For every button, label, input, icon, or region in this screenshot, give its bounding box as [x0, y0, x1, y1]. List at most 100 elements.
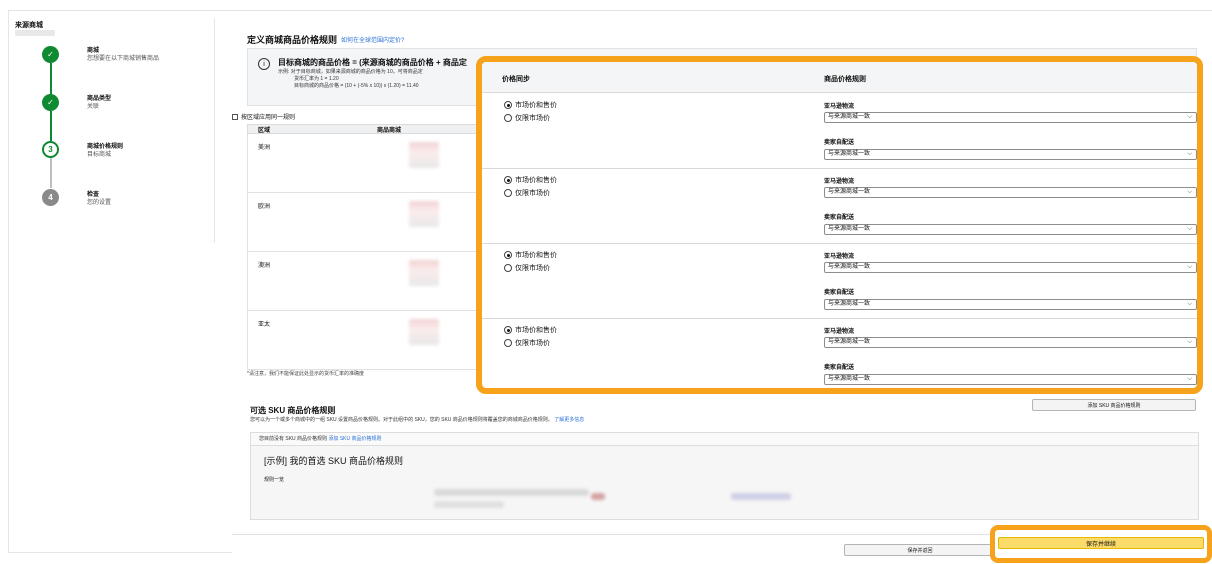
blurred-content — [731, 493, 791, 500]
page: 来源商城 ✓ 商城 您想要在以下商城销售商品 ✓ 商品类型 关联 3 商城价格规… — [0, 0, 1212, 564]
fba-rule-select[interactable]: 与来源商城一致 ⌵ — [824, 112, 1197, 123]
save-and-continue-button[interactable]: 保存并继续 — [998, 537, 1204, 549]
blurred-flags — [409, 201, 439, 227]
select-value: 与来源商城一致 — [828, 301, 871, 307]
region-name: 欧洲 — [258, 204, 271, 210]
chevron-down-icon: ⌵ — [1187, 376, 1192, 382]
chevron-down-icon: ⌵ — [1187, 226, 1192, 232]
fbm-label: 卖家自配送 — [824, 215, 855, 221]
fba-rule-select[interactable]: 与来源商城一致 ⌵ — [824, 262, 1197, 273]
blurred-content — [434, 501, 504, 508]
sku-rules-bar: 您目前没有 SKU 商品价格规则 添加 SKU 商品价格规则 — [251, 433, 1198, 446]
radio-selected-icon — [504, 101, 512, 109]
chevron-down-icon: ⌵ — [1187, 151, 1192, 157]
chevron-down-icon: ⌵ — [1187, 264, 1192, 270]
radio-label: 市场价和售价 — [515, 252, 557, 259]
help-link[interactable]: 如何在全球范围内定价? — [341, 35, 404, 44]
step-1[interactable]: 商城 您想要在以下商城销售商品 — [87, 47, 159, 63]
add-sku-rule-link[interactable]: 添加 SKU 商品价格规则 — [328, 436, 381, 442]
panel-header: 价格同步 商品价格规则 — [482, 62, 1197, 93]
rule-label: 规则一览 — [264, 477, 285, 483]
step-2[interactable]: 商品类型 关联 — [87, 95, 111, 111]
region-name: 亚太 — [258, 322, 271, 328]
checkbox-label: 按区域应用同一规则 — [241, 115, 296, 121]
column-header: 商品商城 — [377, 127, 402, 134]
step-title: 商城价格规则 — [87, 144, 124, 150]
select-value: 与来源商城一致 — [828, 114, 871, 120]
fx-note: *请注意，我们不能保证此处显示的货币汇率的准确度 — [247, 371, 364, 377]
fbm-label: 卖家自配送 — [824, 365, 855, 371]
radio-icon — [504, 189, 512, 197]
blurred-content — [434, 489, 589, 496]
radio-label: 仅限市场价 — [515, 190, 550, 197]
blurred-flags — [409, 319, 439, 345]
sku-bar-text: 您目前没有 SKU 商品价格规则 — [259, 436, 328, 442]
select-value: 与来源商城一致 — [828, 189, 871, 195]
step-1-check-icon: ✓ — [42, 46, 59, 63]
radio-selected-icon — [504, 251, 512, 259]
example-label: 示例: — [278, 69, 290, 75]
example-line: 目标商城的商品价格 = (10 + (-5% x 10)) x (1.20) =… — [294, 83, 419, 89]
step-3[interactable]: 商城价格规则 目标商城 — [87, 143, 123, 159]
blurred-flags — [409, 260, 439, 286]
info-icon: i — [258, 58, 270, 70]
step-subtitle: 您的设置 — [87, 200, 112, 206]
price-rule-row: 市场价和售价 仅限市场价 亚马逊物流 与来源商城一致 ⌵ 卖家自配送 与来源商城一… — [482, 243, 1197, 319]
step-4[interactable]: 检查 您的设置 — [87, 191, 111, 207]
chevron-down-icon: ⌵ — [1187, 339, 1192, 345]
column-header: 价格同步 — [502, 76, 530, 83]
select-value: 与来源商城一致 — [828, 264, 871, 270]
select-value: 与来源商城一致 — [828, 226, 871, 232]
save-and-back-button[interactable]: 保存并返回 — [844, 544, 996, 556]
fbm-rule-select[interactable]: 与来源商城一致 ⌵ — [824, 149, 1197, 160]
fba-rule-select[interactable]: 与来源商城一致 ⌵ — [824, 337, 1197, 348]
stepper-connector — [50, 158, 52, 188]
radio-market-only[interactable]: 仅限市场价 — [504, 113, 550, 123]
radio-icon — [504, 264, 512, 272]
select-value: 与来源商城一致 — [828, 151, 871, 157]
radio-market-and-sale[interactable]: 市场价和售价 — [504, 100, 557, 110]
fbm-rule-select[interactable]: 与来源商城一致 ⌵ — [824, 224, 1197, 235]
region-table: 区域 商品商城 美洲 欧洲 澳洲 亚太 — [247, 124, 487, 374]
fbm-label: 卖家自配送 — [824, 290, 855, 296]
table-row: 美洲 — [247, 134, 487, 193]
save-continue-highlight: 保存并继续 — [990, 525, 1212, 563]
optional-desc-text: 您可以为一个或多个商城中的一组 SKU 设置商品价格规则。对于此组中的 SKU，… — [250, 417, 553, 423]
radio-market-only[interactable]: 仅限市场价 — [504, 338, 550, 348]
radio-market-only[interactable]: 仅限市场价 — [504, 188, 550, 198]
radio-label: 市场价和售价 — [515, 177, 557, 184]
radio-market-and-sale[interactable]: 市场价和售价 — [504, 250, 557, 260]
step-title: 商品类型 — [87, 96, 112, 102]
apply-region-checkbox[interactable]: 按区域应用同一规则 — [232, 112, 295, 121]
radio-market-only[interactable]: 仅限市场价 — [504, 263, 550, 273]
fba-rule-select[interactable]: 与来源商城一致 ⌵ — [824, 187, 1197, 198]
radio-market-and-sale[interactable]: 市场价和售价 — [504, 325, 557, 335]
radio-label: 仅限市场价 — [515, 340, 550, 347]
example-line: 对于目标商城，如果来源商城的商品价格为 10，可将商品定 — [290, 69, 423, 75]
checkbox-icon — [232, 113, 238, 120]
fba-label: 亚马逊物流 — [824, 104, 855, 110]
radio-market-and-sale[interactable]: 市场价和售价 — [504, 175, 557, 185]
stepper-connector — [50, 111, 52, 141]
table-row: 亚太 — [247, 311, 487, 370]
step-4-number-icon: 4 — [42, 189, 59, 206]
page-title: 定义商城商品价格规则 — [247, 35, 338, 45]
column-header: 商品价格规则 — [824, 76, 866, 83]
info-example: 示例: 对于目标商城，如果来源商城的商品价格为 10，可将商品定 货币汇率为 1… — [278, 69, 488, 90]
chevron-down-icon: ⌵ — [1187, 114, 1192, 120]
fba-label: 亚马逊物流 — [824, 329, 855, 335]
fbm-rule-select[interactable]: 与来源商城一致 ⌵ — [824, 374, 1197, 385]
fbm-rule-select[interactable]: 与来源商城一致 ⌵ — [824, 299, 1197, 310]
sku-rules-box: 您目前没有 SKU 商品价格规则 添加 SKU 商品价格规则 [示例] 我的首选… — [250, 432, 1199, 520]
optional-title: 可选 SKU 商品价格规则 — [250, 406, 336, 415]
step-subtitle: 目标商城 — [87, 152, 112, 158]
table-header: 区域 商品商城 — [247, 124, 487, 134]
price-rule-row: 市场价和售价 仅限市场价 亚马逊物流 与来源商城一致 ⌵ 卖家自配送 与来源商城一… — [482, 93, 1197, 169]
step-title: 检查 — [87, 192, 100, 198]
learn-more-link[interactable]: 了解更多信息 — [554, 417, 584, 423]
fba-label: 亚马逊物流 — [824, 254, 855, 260]
fba-label: 亚马逊物流 — [824, 179, 855, 185]
chevron-down-icon: ⌵ — [1187, 301, 1192, 307]
blurred-flags — [409, 142, 439, 168]
add-sku-rule-button[interactable]: 添加 SKU 商品价格规则 — [1032, 399, 1196, 411]
